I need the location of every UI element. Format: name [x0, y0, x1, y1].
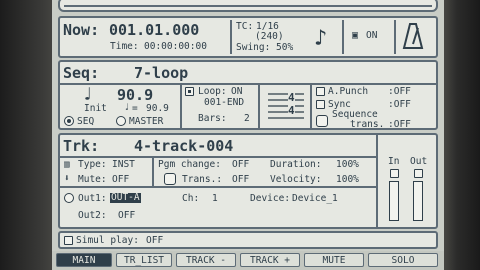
- init-note-icon: ♩: [124, 102, 130, 113]
- bars-value[interactable]: 2: [244, 114, 250, 124]
- out2-label: Out2:: [78, 210, 107, 221]
- tab-track-plus-label: TRACK +: [249, 254, 291, 266]
- mute-value[interactable]: OFF: [112, 175, 129, 185]
- tab-main-label: MAIN: [72, 254, 96, 266]
- sync-value[interactable]: :OFF: [388, 100, 411, 110]
- tc-label: TC:: [236, 21, 254, 32]
- function-tab-bar: MAIN TR_LIST TRACK - TRACK + MUTE SOLO: [52, 251, 444, 270]
- now-label: Now:: [63, 21, 100, 39]
- master-tempo-radio[interactable]: [116, 116, 126, 126]
- out1-value[interactable]: OUT-A: [110, 193, 141, 203]
- sync-checkbox[interactable]: [316, 100, 325, 109]
- tab-tr-list[interactable]: TR_LIST: [116, 253, 172, 267]
- simul-play-label: Simul play:: [76, 235, 139, 246]
- bars-label: Bars:: [198, 113, 227, 124]
- out-label: Out: [410, 156, 428, 167]
- seq-tempo[interactable]: 90.9: [117, 88, 153, 103]
- now-panel: Now: 001.01.000 Time: 00:00:00:00 TC: 1/…: [58, 16, 438, 58]
- type-value[interactable]: INST: [112, 160, 135, 170]
- out1-radio[interactable]: [64, 193, 74, 203]
- ch-label: Ch:: [182, 193, 200, 204]
- apunch-checkbox[interactable]: [316, 87, 325, 96]
- loop-checkbox[interactable]: [185, 87, 194, 96]
- time-sig-bottom: 4: [288, 104, 295, 117]
- simul-play-value[interactable]: OFF: [146, 236, 163, 246]
- apunch-value[interactable]: :OFF: [388, 87, 411, 97]
- metronome-toggle-icon[interactable]: ▣: [352, 31, 358, 41]
- tab-tr-list-label: TR_LIST: [123, 254, 165, 266]
- note-icon: ♪: [314, 26, 328, 51]
- out-level-meter: [413, 181, 423, 221]
- time-signature[interactable]: 4 4: [268, 90, 304, 120]
- arrow-down-icon: ⬇: [64, 173, 70, 184]
- init-tempo: 90.9: [146, 103, 169, 114]
- tab-main[interactable]: MAIN: [56, 253, 112, 267]
- loop-state[interactable]: ON: [231, 87, 242, 97]
- ch-value[interactable]: 1: [212, 194, 218, 204]
- device-bezel-right: [442, 0, 480, 270]
- swing-label: Swing:: [236, 42, 271, 53]
- top-scroll-bar[interactable]: [58, 0, 438, 12]
- time-label: Time:: [110, 41, 139, 52]
- out1-label: Out1:: [78, 193, 107, 204]
- master-radio-label[interactable]: MASTER: [129, 117, 163, 127]
- seq-label: Seq:: [63, 64, 100, 82]
- seq-panel: Seq: 7-loop ♩ 90.9 Init ♩ = 90.9 SEQ MAS…: [58, 60, 438, 130]
- pgm-change-value[interactable]: OFF: [232, 160, 249, 170]
- loop-range[interactable]: 001-END: [204, 98, 244, 108]
- keyboard-icon: ▥: [64, 159, 70, 170]
- init-label: Init: [84, 103, 107, 114]
- seq-radio-label[interactable]: SEQ: [77, 117, 94, 127]
- now-position[interactable]: 001.01.000: [109, 23, 199, 38]
- time-sig-top: 4: [288, 91, 295, 104]
- trans-checkbox[interactable]: [164, 173, 176, 185]
- device-label: Device:: [250, 193, 291, 204]
- in-label: In: [388, 156, 400, 167]
- tab-solo[interactable]: SOLO: [368, 253, 438, 267]
- simul-play-checkbox[interactable]: [64, 236, 73, 245]
- tab-track-plus[interactable]: TRACK +: [240, 253, 300, 267]
- quarter-note-icon: ♩: [82, 84, 93, 105]
- trk-name[interactable]: 4-track-004: [134, 139, 233, 154]
- tab-solo-label: SOLO: [391, 254, 415, 266]
- tempo-sub: (240): [255, 31, 284, 42]
- swing-value[interactable]: 50%: [276, 43, 293, 53]
- out2-value[interactable]: OFF: [118, 211, 135, 221]
- staff-icon: [268, 93, 304, 119]
- tab-track-minus-label: TRACK -: [185, 254, 227, 266]
- loop-label: Loop:: [198, 86, 227, 97]
- mute-label: Mute:: [78, 174, 107, 185]
- tab-mute-label: MUTE: [322, 254, 346, 266]
- velocity-label: Velocity:: [270, 174, 322, 185]
- pgm-change-label: Pgm change:: [158, 159, 221, 170]
- in-indicator: [390, 169, 399, 178]
- seq-name[interactable]: 7-loop: [134, 66, 188, 81]
- velocity-value[interactable]: 100%: [336, 175, 359, 185]
- type-label: Type:: [78, 159, 107, 170]
- device-value[interactable]: Device_1: [292, 194, 338, 204]
- seq-trans-label-2: trans.: [350, 119, 385, 130]
- simul-play-panel: Simul play: OFF: [58, 231, 438, 249]
- time-value: 00:00:00:00: [144, 41, 207, 52]
- trans-label: Trans.:: [182, 174, 223, 185]
- lcd-screen: Now: 001.01.000 Time: 00:00:00:00 TC: 1/…: [52, 0, 444, 270]
- device-bezel-left: [0, 0, 60, 270]
- metronome-state[interactable]: ON: [366, 31, 377, 41]
- trans-value[interactable]: OFF: [232, 175, 249, 185]
- duration-label: Duration:: [270, 159, 322, 170]
- metronome-icon[interactable]: [402, 22, 424, 50]
- seq-trans-checkbox[interactable]: [316, 115, 328, 127]
- seq-trans-value[interactable]: :OFF: [388, 120, 411, 130]
- tab-mute[interactable]: MUTE: [304, 253, 364, 267]
- seq-tempo-radio[interactable]: [64, 116, 74, 126]
- in-level-meter: [389, 181, 399, 221]
- apunch-label: A.Punch: [328, 86, 369, 97]
- init-equals: =: [132, 103, 138, 114]
- trk-label: Trk:: [63, 137, 100, 155]
- trk-panel: Trk: 4-track-004 ▥ Type: INST ⬇ Mute: OF…: [58, 133, 438, 229]
- out-indicator: [414, 169, 423, 178]
- duration-value[interactable]: 100%: [336, 160, 359, 170]
- tab-track-minus[interactable]: TRACK -: [176, 253, 236, 267]
